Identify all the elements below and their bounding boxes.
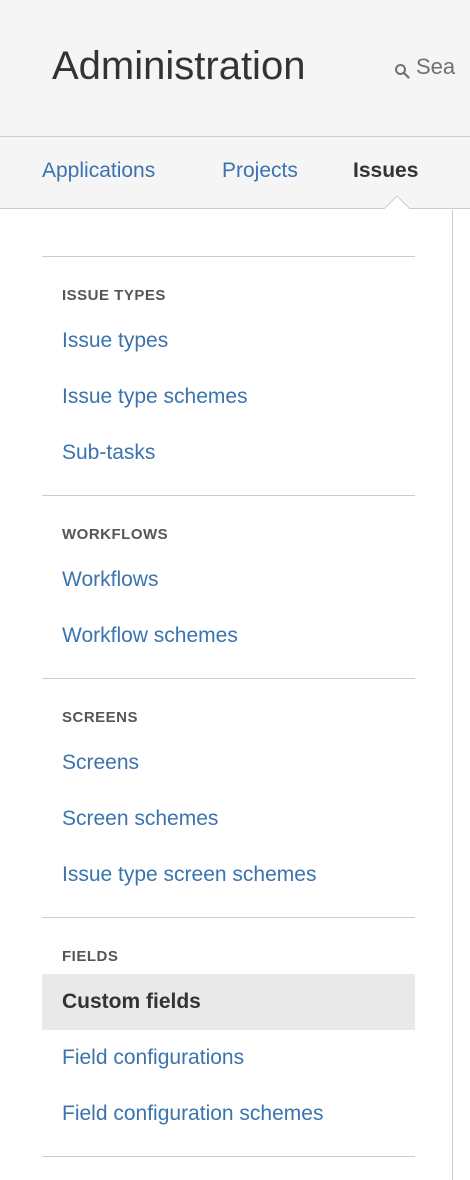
- search-icon: [394, 59, 410, 79]
- page-title: Administration: [52, 44, 306, 88]
- sidebar-item-field-configurations[interactable]: Field configurations: [42, 1030, 415, 1086]
- tab-issues[interactable]: Issues: [353, 159, 418, 183]
- section-heading: WORKFLOWS: [62, 526, 169, 543]
- tab-projects[interactable]: Projects: [222, 159, 298, 183]
- section-heading: ISSUE TYPES: [62, 287, 166, 304]
- sidebar-bottom-divider: [42, 1156, 415, 1157]
- sidebar-item-issue-type-schemes[interactable]: Issue type schemes: [42, 369, 415, 425]
- section-heading: SCREENS: [62, 709, 139, 726]
- admin-sidebar: ISSUE TYPES Issue types Issue type schem…: [42, 256, 415, 1157]
- sidebar-item-issue-type-screen-schemes[interactable]: Issue type screen schemes: [42, 847, 415, 903]
- sidebar-section-screens: SCREENS Screens Screen schemes Issue typ…: [42, 678, 415, 917]
- section-heading: FIELDS: [62, 948, 119, 965]
- sidebar-item-workflows[interactable]: Workflows: [42, 552, 415, 608]
- sidebar-item-field-configuration-schemes[interactable]: Field configuration schemes: [42, 1086, 415, 1142]
- active-tab-indicator: [383, 194, 411, 210]
- sidebar-item-screen-schemes[interactable]: Screen schemes: [42, 791, 415, 847]
- sidebar-item-screens[interactable]: Screens: [42, 735, 415, 791]
- admin-header: Administration Sea: [0, 0, 470, 137]
- sidebar-section-issue-types: ISSUE TYPES Issue types Issue type schem…: [42, 256, 415, 495]
- search-input[interactable]: Sea: [394, 52, 455, 82]
- tab-applications[interactable]: Applications: [42, 159, 155, 183]
- sidebar-item-custom-fields[interactable]: Custom fields: [42, 974, 415, 1030]
- sidebar-section-fields: FIELDS Custom fields Field configuration…: [42, 917, 415, 1156]
- sidebar-item-issue-types[interactable]: Issue types: [42, 313, 415, 369]
- search-placeholder: Sea: [416, 54, 456, 79]
- sidebar-item-workflow-schemes[interactable]: Workflow schemes: [42, 608, 415, 664]
- content-divider: [452, 210, 453, 1180]
- sidebar-item-sub-tasks[interactable]: Sub-tasks: [42, 425, 415, 481]
- sidebar-section-workflows: WORKFLOWS Workflows Workflow schemes: [42, 495, 415, 678]
